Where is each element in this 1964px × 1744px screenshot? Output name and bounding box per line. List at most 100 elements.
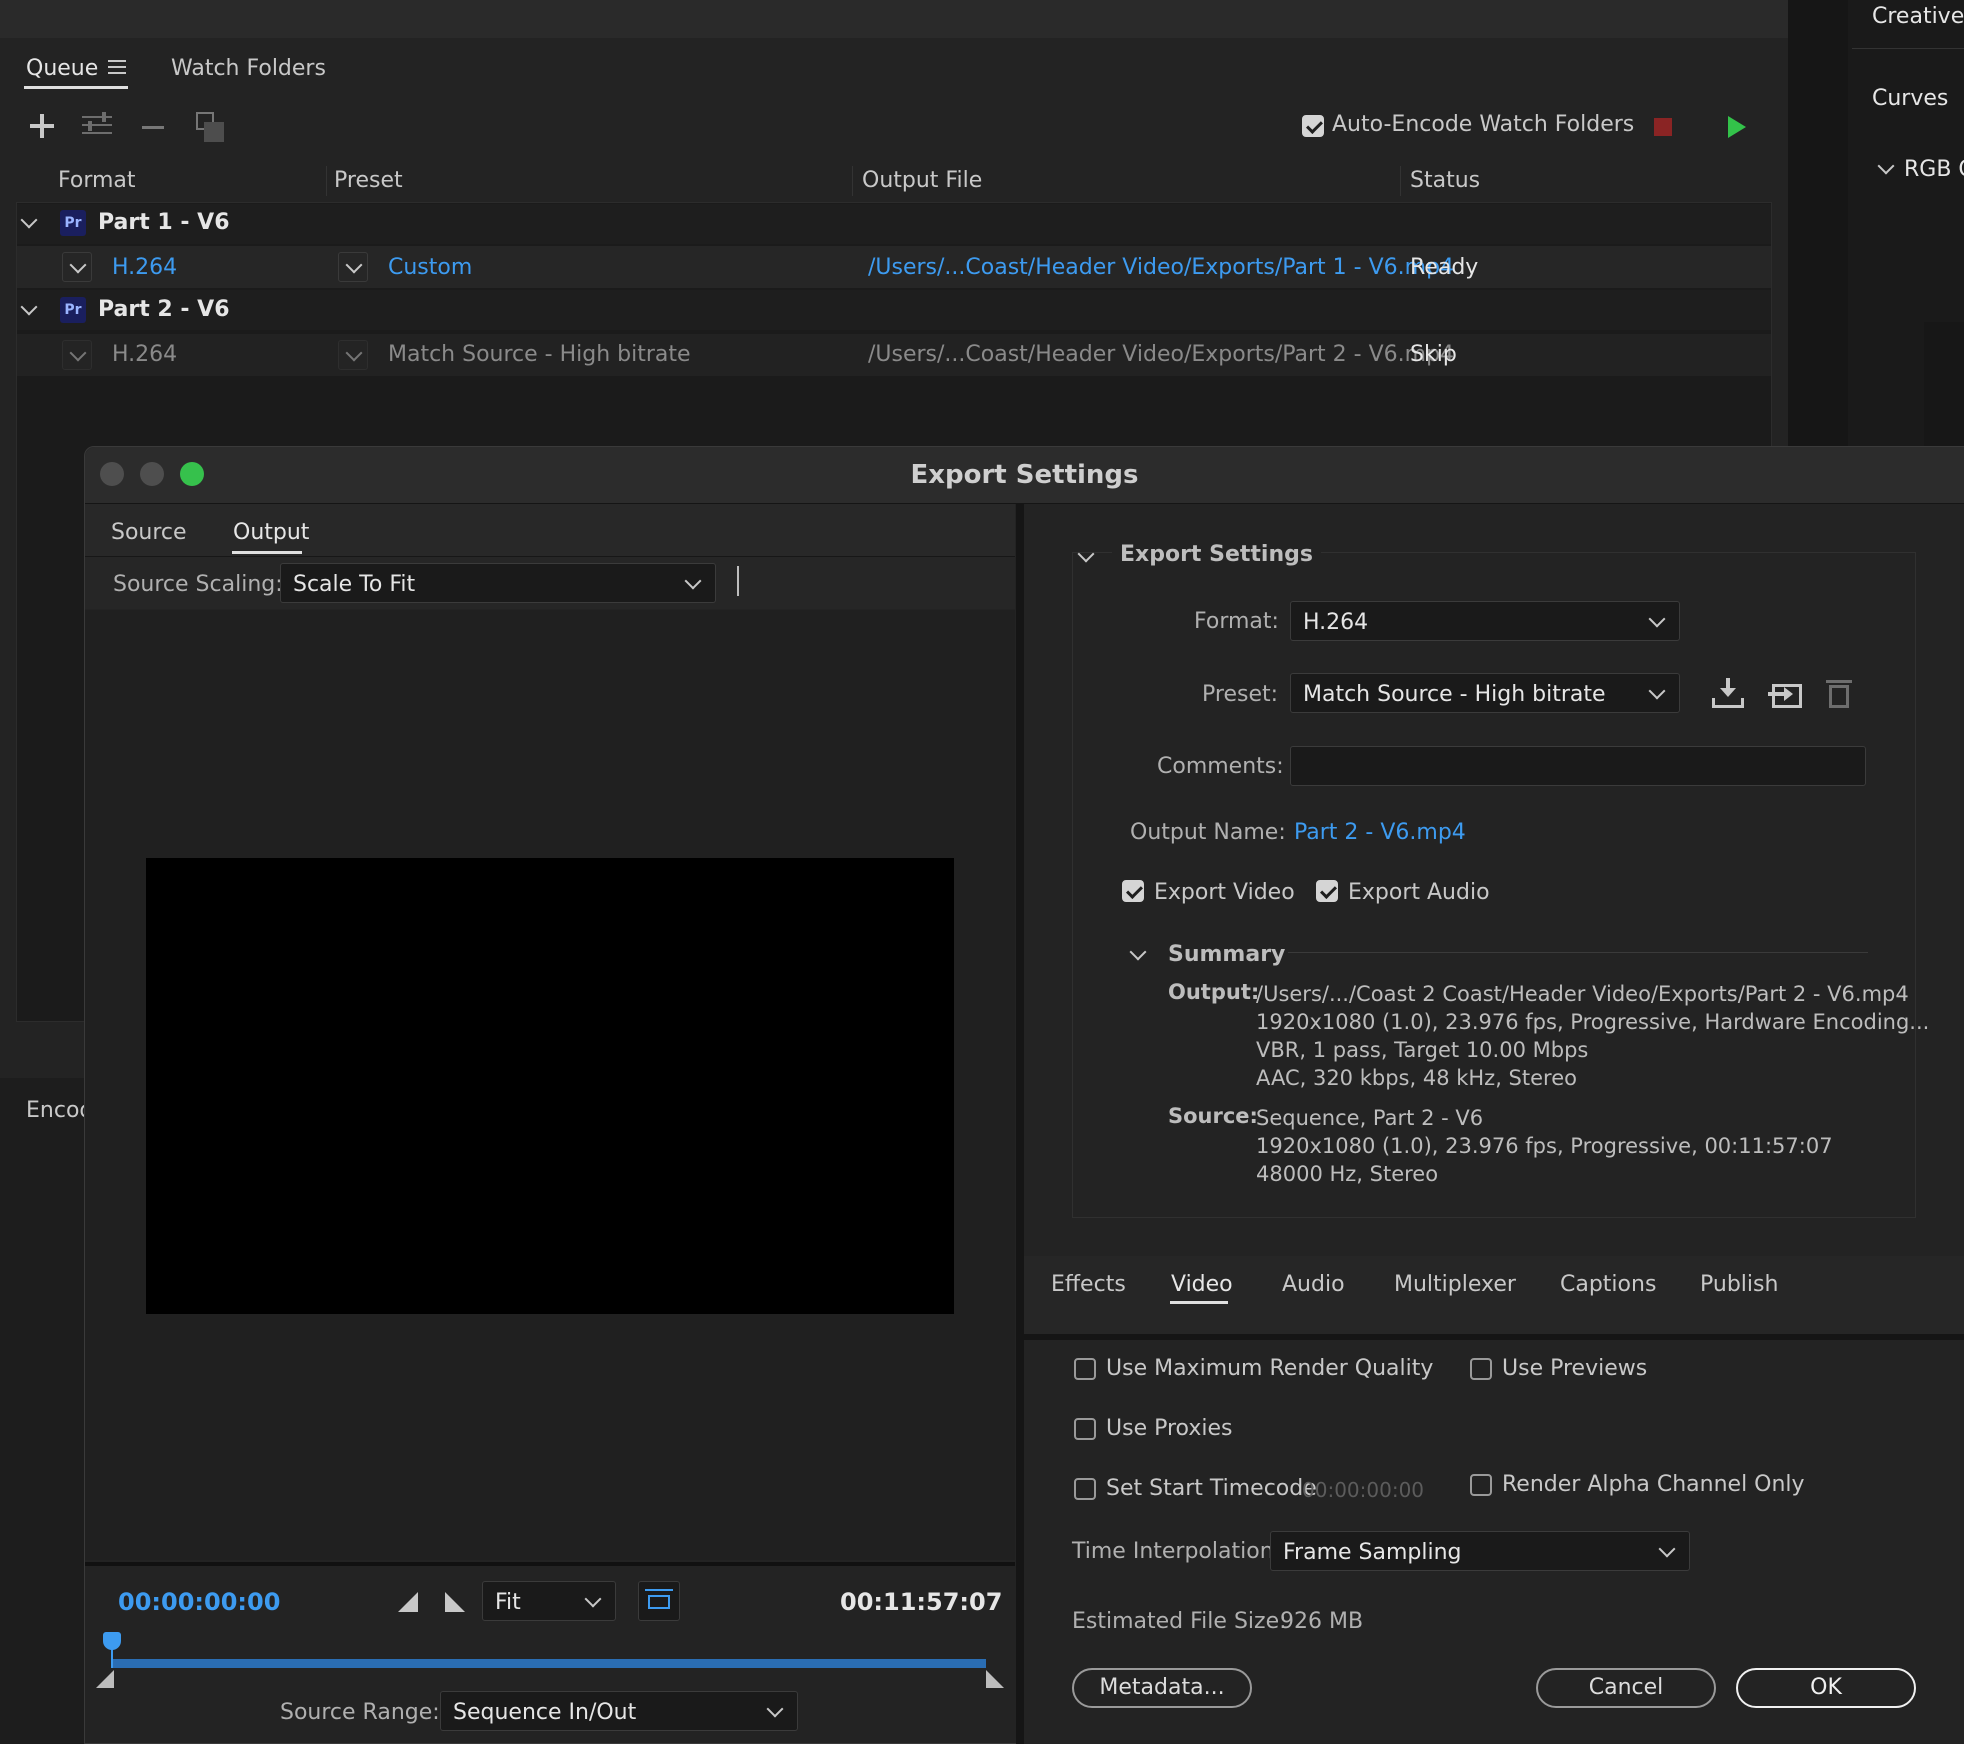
- format-dropdown[interactable]: [62, 252, 92, 282]
- duration-timecode: 00:11:57:07: [840, 1588, 1003, 1616]
- remove-icon[interactable]: [142, 126, 164, 129]
- column-divider: [326, 166, 327, 196]
- chevron-down-icon: [1658, 1540, 1676, 1558]
- preset-dropdown[interactable]: [338, 340, 368, 370]
- format-value: H.264: [1303, 610, 1369, 635]
- column-format[interactable]: Format: [58, 168, 136, 193]
- tab-multiplexer[interactable]: Multiplexer: [1394, 1272, 1516, 1297]
- queue-item-name: Part 1 - V6: [98, 210, 230, 235]
- tab-effects[interactable]: Effects: [1051, 1272, 1126, 1297]
- use-previews-checkbox[interactable]: [1470, 1358, 1492, 1380]
- source-scaling-value: Scale To Fit: [293, 572, 416, 597]
- export-video-checkbox[interactable]: [1122, 880, 1144, 902]
- column-preset[interactable]: Preset: [334, 168, 403, 193]
- time-interpolation-value: Frame Sampling: [1283, 1540, 1462, 1565]
- auto-encode-label: Auto-Encode Watch Folders: [1332, 112, 1635, 137]
- format-dropdown[interactable]: [62, 340, 92, 370]
- auto-encode-checkbox[interactable]: [1302, 115, 1324, 137]
- source-range-label: Source Range:: [280, 1700, 440, 1725]
- queue-menu-icon[interactable]: [108, 60, 126, 74]
- settings-sliders-icon[interactable]: [82, 112, 112, 138]
- export-audio-label: Export Audio: [1348, 880, 1490, 905]
- current-timecode[interactable]: 00:00:00:00: [118, 1588, 280, 1616]
- use-proxies-label: Use Proxies: [1106, 1416, 1233, 1441]
- set-in-point-icon[interactable]: [398, 1592, 418, 1612]
- save-preset-icon[interactable]: [1712, 678, 1744, 708]
- export-audio-checkbox[interactable]: [1316, 880, 1338, 902]
- metadata-button[interactable]: Metadata...: [1072, 1668, 1252, 1708]
- chevron-down-icon: [584, 1590, 602, 1608]
- tab-publish[interactable]: Publish: [1700, 1272, 1778, 1297]
- dialog-title: Export Settings: [910, 460, 1139, 490]
- tab-watch-folders[interactable]: Watch Folders: [171, 56, 326, 81]
- list-item[interactable]: [17, 204, 1771, 244]
- source-scaling-select[interactable]: Scale To Fit: [280, 563, 716, 603]
- queue-item-format[interactable]: H.264: [112, 342, 177, 367]
- source-range-select[interactable]: Sequence In/Out: [440, 1691, 798, 1731]
- queue-item-output[interactable]: /Users/...Coast/Header Video/Exports/Par…: [868, 255, 1454, 280]
- tab-audio[interactable]: Audio: [1282, 1272, 1345, 1297]
- column-output-file[interactable]: Output File: [862, 168, 982, 193]
- set-out-point-icon[interactable]: [445, 1592, 465, 1612]
- cancel-button[interactable]: Cancel: [1536, 1668, 1716, 1708]
- queue-item-name: Part 2 - V6: [98, 297, 230, 322]
- set-start-timecode-checkbox[interactable]: [1074, 1478, 1096, 1500]
- creative-section[interactable]: Creative: [1872, 4, 1964, 29]
- zoom-select[interactable]: Fit: [482, 1581, 616, 1621]
- stop-queue-icon[interactable]: [1654, 118, 1672, 136]
- set-start-timecode-label: Set Start Timecode: [1106, 1476, 1317, 1501]
- render-alpha-label: Render Alpha Channel Only: [1502, 1472, 1805, 1497]
- tab-captions[interactable]: Captions: [1560, 1272, 1656, 1297]
- pane-splitter[interactable]: [1016, 504, 1024, 1744]
- tab-queue[interactable]: Queue: [26, 56, 98, 81]
- column-status[interactable]: Status: [1410, 168, 1480, 193]
- active-tab-underline: [1170, 1301, 1228, 1304]
- time-interpolation-select[interactable]: Frame Sampling: [1270, 1531, 1690, 1571]
- delete-preset-icon[interactable]: [1826, 678, 1852, 708]
- summary-line: AAC, 320 kbps, 48 kHz, Stereo: [1256, 1066, 1577, 1090]
- render-alpha-checkbox[interactable]: [1470, 1474, 1492, 1496]
- format-select[interactable]: H.264: [1290, 601, 1680, 641]
- divider: [85, 1562, 1015, 1566]
- output-name-link[interactable]: Part 2 - V6.mp4: [1294, 820, 1466, 845]
- active-tab-underline: [232, 551, 302, 554]
- queue-item-output[interactable]: /Users/...Coast/Header Video/Exports/Par…: [868, 342, 1454, 367]
- summary-line: /Users/.../Coast 2 Coast/Header Video/Ex…: [1256, 982, 1909, 1006]
- in-point-handle[interactable]: [96, 1670, 114, 1688]
- queue-item-preset[interactable]: Custom: [388, 255, 472, 280]
- out-point-handle[interactable]: [986, 1670, 1004, 1688]
- ok-button[interactable]: OK: [1736, 1668, 1916, 1708]
- summary-line: 1920x1080 (1.0), 23.976 fps, Progressive…: [1256, 1134, 1833, 1158]
- summary-source-label: Source:: [1168, 1104, 1258, 1128]
- comments-input[interactable]: [1290, 746, 1866, 786]
- start-queue-icon[interactable]: [1728, 116, 1746, 138]
- export-settings-heading: Export Settings: [1112, 542, 1321, 567]
- tab-output[interactable]: Output: [233, 520, 309, 545]
- aspect-toggle-button[interactable]: [638, 1581, 680, 1621]
- zoom-value: Fit: [495, 1590, 521, 1615]
- preset-dropdown[interactable]: [338, 252, 368, 282]
- queue-item-format[interactable]: H.264: [112, 255, 177, 280]
- queue-item-status: Skip: [1410, 342, 1457, 367]
- max-render-quality-label: Use Maximum Render Quality: [1106, 1356, 1434, 1381]
- preset-select[interactable]: Match Source - High bitrate: [1290, 673, 1680, 713]
- curves-section[interactable]: Curves: [1872, 86, 1948, 111]
- chevron-down-icon[interactable]: [1077, 545, 1095, 563]
- settings-tab-bar: [1024, 1256, 1964, 1340]
- summary-line: Sequence, Part 2 - V6: [1256, 1106, 1484, 1130]
- time-interpolation-label: Time Interpolation:: [1072, 1539, 1282, 1564]
- timeline-range-bar[interactable]: [112, 1659, 986, 1668]
- chevron-down-icon[interactable]: [1129, 943, 1147, 961]
- add-source-icon[interactable]: [30, 114, 54, 138]
- import-preset-icon[interactable]: [1768, 678, 1802, 708]
- duplicate-icon[interactable]: [196, 112, 224, 142]
- column-divider: [852, 166, 853, 196]
- use-proxies-checkbox[interactable]: [1074, 1418, 1096, 1440]
- premiere-pro-icon: Pr: [60, 210, 86, 236]
- list-item[interactable]: [17, 290, 1771, 330]
- queue-item-preset[interactable]: Match Source - High bitrate: [388, 342, 691, 367]
- max-render-quality-checkbox[interactable]: [1074, 1358, 1096, 1380]
- tab-source[interactable]: Source: [111, 520, 187, 545]
- start-timecode-field[interactable]: 00:00:00:00: [1302, 1478, 1424, 1502]
- tab-video[interactable]: Video: [1171, 1272, 1233, 1297]
